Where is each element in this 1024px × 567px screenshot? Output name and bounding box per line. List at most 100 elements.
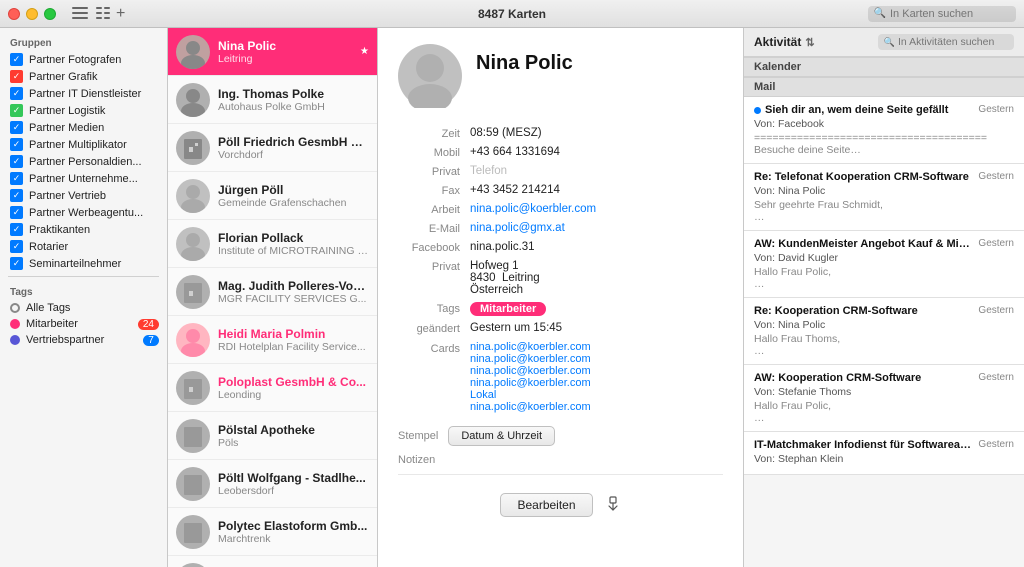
sidebar-item-partner-medien[interactable]: ✓ Partner Medien (0, 119, 167, 136)
checkbox-partner-multi[interactable]: ✓ (10, 138, 23, 151)
activity-title-text: Aktivität (754, 35, 801, 49)
mail-header: AW: Kooperation CRM-Software Gestern (754, 372, 1014, 384)
field-label-zeit: Zeit (400, 127, 470, 140)
card-link-lokal[interactable]: Lokal (470, 389, 721, 401)
mail-subject: Re: Kooperation CRM-Software (754, 305, 972, 317)
activity-header: Aktivität ⇅ 🔍 (744, 28, 1024, 57)
sidebar-item-partner-multiplikator[interactable]: ✓ Partner Multiplikator (0, 136, 167, 153)
sidebar-label: Partner Grafik (29, 71, 159, 83)
checkbox-praktikanten[interactable]: ✓ (10, 223, 23, 236)
minimize-button[interactable] (26, 8, 38, 20)
close-button[interactable] (8, 8, 20, 20)
checkbox-seminarteilnehmer[interactable]: ✓ (10, 257, 23, 270)
mail-header-left: IT-Matchmaker Infodienst für Softwareanb… (754, 439, 972, 451)
sort-icon[interactable]: ⇅ (805, 36, 814, 49)
maximize-button[interactable] (44, 8, 56, 20)
mail-item-telefonat[interactable]: Re: Telefonat Kooperation CRM-Software G… (744, 164, 1024, 231)
mail-header: Re: Kooperation CRM-Software Gestern (754, 305, 1014, 317)
contact-item-heidi-polmin[interactable]: Heidi Maria Polmin RDI Hotelplan Facilit… (168, 316, 377, 364)
contact-item-polytec-for-car[interactable]: POLYTEC FOR Car Styli... Hörsching (168, 556, 377, 567)
mail-item-it-matchmaker[interactable]: IT-Matchmaker Infodienst für Softwareanb… (744, 432, 1024, 475)
contact-item-poell-friedrich[interactable]: Pöll Friedrich GesmbH &... Vorchdorf (168, 124, 377, 172)
checkbox-rotarier[interactable]: ✓ (10, 240, 23, 253)
sidebar-item-partner-grafik[interactable]: ✓ Partner Grafik (0, 68, 167, 85)
detail-fields-table: Zeit 08:59 (MESZ) Mobil +43 664 1331694 … (398, 122, 723, 418)
global-search[interactable]: 🔍 (868, 6, 1016, 22)
sidebar-item-partner-unternehme[interactable]: ✓ Partner Unternehme... (0, 170, 167, 187)
checkbox-partner-personal[interactable]: ✓ (10, 155, 23, 168)
sidebar-item-partner-it[interactable]: ✓ Partner IT Dienstleister (0, 85, 167, 102)
contact-info: Polytec Elastoform Gmb... Marchtrenk (218, 519, 369, 545)
contact-item-nina-polic[interactable]: Nina Polic Leitring ★ (168, 28, 377, 76)
contact-name: Jürgen Pöll (218, 183, 369, 197)
contact-item-florian-pollack[interactable]: Florian Pollack Institute of MICROTRAINI… (168, 220, 377, 268)
contact-item-poeltl-wolfgang[interactable]: Pöltl Wolfgang - Stadlhe... Leobersdorf (168, 460, 377, 508)
list-icon[interactable] (96, 7, 110, 21)
sidebar-item-partner-werbe[interactable]: ✓ Partner Werbeagentu... (0, 204, 167, 221)
share-button[interactable] (605, 493, 621, 517)
detail-row-tags: Tags Mitarbeiter (400, 299, 721, 319)
mail-preview: Hallo Frau Polic,... (754, 400, 1014, 424)
tag-pill-mitarbeiter[interactable]: Mitarbeiter (470, 302, 546, 316)
contact-subtitle: Institute of MICROTRAINING P... (218, 245, 369, 257)
stempel-button[interactable]: Datum & Uhrzeit (448, 426, 555, 446)
checkbox-partner-unternehme[interactable]: ✓ (10, 172, 23, 185)
sidebar-item-partner-personal[interactable]: ✓ Partner Personaldien... (0, 153, 167, 170)
contact-info: Poloplast GesmbH & Co... Leonding (218, 375, 369, 401)
mail-header-left: Re: Kooperation CRM-Software (754, 305, 972, 317)
sidebar-item-partner-fotografen[interactable]: ✓ Partner Fotografen (0, 51, 167, 68)
contact-item-judith-polleres[interactable]: Mag. Judith Polleres-Vog... MGR FACILITY… (168, 268, 377, 316)
mail-item-kooperation-re[interactable]: Re: Kooperation CRM-Software Gestern Von… (744, 298, 1024, 365)
checkbox-partner-werbe[interactable]: ✓ (10, 206, 23, 219)
search-input[interactable] (890, 8, 1010, 20)
checkbox-partner-vertrieb[interactable]: ✓ (10, 189, 23, 202)
detail-row-privat-tel: Privat Telefon (400, 162, 721, 181)
card-link-4[interactable]: nina.polic@koerbler.com (470, 377, 721, 389)
sidebar-item-partner-vertrieb[interactable]: ✓ Partner Vertrieb (0, 187, 167, 204)
card-link-1[interactable]: nina.polic@koerbler.com (470, 341, 721, 353)
contact-item-poelstal[interactable]: Pölstal Apotheke Pöls (168, 412, 377, 460)
checkbox-partner-grafik[interactable]: ✓ (10, 70, 23, 83)
card-link-3[interactable]: nina.polic@koerbler.com (470, 365, 721, 377)
checkbox-partner-logistik[interactable]: ✓ (10, 104, 23, 117)
contact-name: Florian Pollack (218, 231, 369, 245)
contact-item-polytec-elastoform[interactable]: Polytec Elastoform Gmb... Marchtrenk (168, 508, 377, 556)
mail-item-angebot[interactable]: AW: KundenMeister Angebot Kauf & Miete G… (744, 231, 1024, 298)
contact-item-juergen-poell[interactable]: Jürgen Pöll Gemeinde Grafenschachen (168, 172, 377, 220)
sidebar-item-alle-tags[interactable]: Alle Tags (0, 300, 167, 316)
card-link-2[interactable]: nina.polic@koerbler.com (470, 353, 721, 365)
contact-info: Nina Polic Leitring (218, 39, 352, 65)
mail-item-facebook[interactable]: Sieh dir an, wem deine Seite gefällt Ges… (744, 97, 1024, 164)
activity-search[interactable]: 🔍 (878, 34, 1014, 50)
field-value-arbeit[interactable]: nina.polic@koerbler.com (470, 203, 721, 215)
field-label-arbeit: Arbeit (400, 203, 470, 216)
field-label-adresse: Privat (400, 260, 470, 273)
add-button[interactable]: + (116, 6, 125, 22)
sidebar-item-mitarbeiter[interactable]: Mitarbeiter 24 (0, 316, 167, 332)
grid-icon[interactable] (72, 7, 88, 19)
sidebar-item-praktikanten[interactable]: ✓ Praktikanten (0, 221, 167, 238)
mail-subject: Sieh dir an, wem deine Seite gefällt (765, 104, 972, 116)
bearbeiten-button[interactable]: Bearbeiten (500, 493, 592, 517)
sidebar-item-vertriebspartner[interactable]: Vertriebspartner 7 (0, 332, 167, 348)
mail-item-kooperation-aw[interactable]: AW: Kooperation CRM-Software Gestern Von… (744, 365, 1024, 432)
contact-info: Florian Pollack Institute of MICROTRAINI… (218, 231, 369, 257)
card-link-5[interactable]: nina.polic@koerbler.com (470, 401, 721, 413)
contact-subtitle: Leitring (218, 53, 352, 65)
checkbox-partner-medien[interactable]: ✓ (10, 121, 23, 134)
tag-dot-all (10, 303, 20, 313)
sidebar-item-rotarier[interactable]: ✓ Rotarier (0, 238, 167, 255)
sidebar-item-seminarteilnehmer[interactable]: ✓ Seminarteilnehmer (0, 255, 167, 272)
sidebar-item-partner-logistik[interactable]: ✓ Partner Logistik (0, 102, 167, 119)
field-value-email[interactable]: nina.polic@gmx.at (470, 222, 721, 234)
activity-search-icon: 🔍 (884, 37, 895, 48)
field-value-fax: +43 3452 214214 (470, 184, 721, 196)
field-value-facebook: nina.polic.31 (470, 241, 721, 253)
checkbox-partner-fotografen[interactable]: ✓ (10, 53, 23, 66)
contact-item-poloplast[interactable]: Poloplast GesmbH & Co... Leonding (168, 364, 377, 412)
activity-search-input[interactable] (898, 36, 1008, 48)
contact-info: Pöltl Wolfgang - Stadlhe... Leobersdorf (218, 471, 369, 497)
contact-name: Polytec Elastoform Gmb... (218, 519, 369, 533)
contact-item-thomas-polke[interactable]: Ing. Thomas Polke Autohaus Polke GmbH (168, 76, 377, 124)
checkbox-partner-it[interactable]: ✓ (10, 87, 23, 100)
